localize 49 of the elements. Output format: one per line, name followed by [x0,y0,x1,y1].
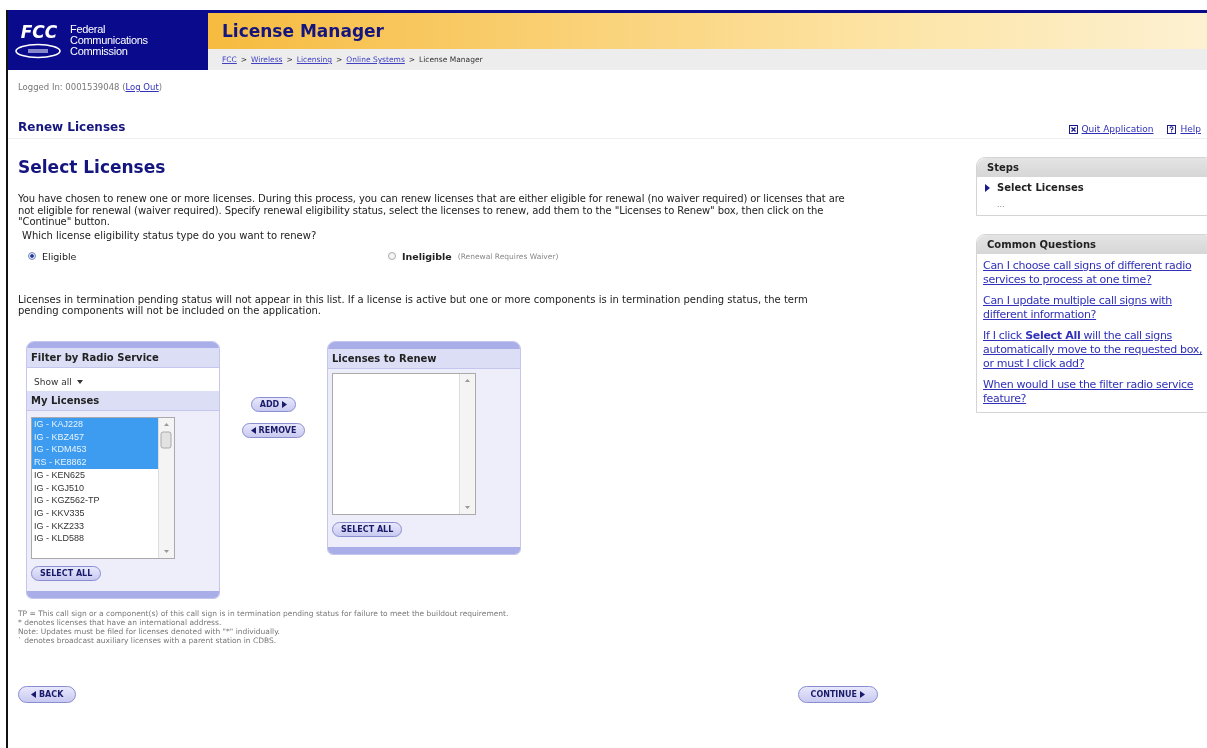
arrow-icon [31,690,36,698]
question-link[interactable]: Can I choose call signs of different radio services to process at one time? [983,259,1207,287]
quit-link[interactable]: Quit Application [1068,124,1154,134]
panel-heading: Common Questions [977,235,1207,254]
remove-button[interactable]: REMOVE [241,422,306,438]
app-title: License Manager [222,21,384,41]
panel-heading: My Licenses [27,391,219,411]
login-status: Logged In: 0001539048 (Log Out) [17,81,164,92]
question-link[interactable]: If I click Select All will the call signs automatically move to the requested box, or must I click add? [983,329,1207,371]
agency-name: Federal Communications Commission [70,23,149,57]
continue-button[interactable]: CONTINUE [797,685,878,703]
page-title: Renew Licenses [18,120,126,134]
radio-button[interactable] [388,252,396,260]
panel-heading: Steps [977,158,1207,177]
intro-text: You have chosen to renew one or more licenses. During this process, you can renew licenses that are either eligible for renewal (no waiver required) or licenses that are not eligible for renewal (waiver required). Specify renewal eligibility status, select the licenses to renew, add them to the "Licenses to Renew" box, then click on the "Continue" button. [18,193,846,228]
step-label: Select Licenses [997,182,1084,193]
help-icon [1167,124,1177,134]
filter-dropdown[interactable]: Show all [31,375,86,389]
step-label: ... [997,200,1005,209]
question-link[interactable]: When would I use the filter radio service feature? [983,378,1207,406]
notice-text: Licenses in termination pending status will not appear in this list. If a license is active but one or more components is in termination pending status, the term pending components will not be included on the application. [18,293,809,317]
back-button[interactable]: BACK [18,685,77,703]
license-item[interactable]: IG - KKV335 [32,506,158,520]
fcc-logo: FCC [14,23,64,57]
select-all-button[interactable]: SELECT ALL [31,566,102,581]
panel-heading: Filter by Radio Service [27,348,219,368]
select-all-button[interactable]: SELECT ALL [332,521,403,537]
option-label[interactable]: Ineligible [402,250,452,262]
help-link[interactable]: Help [1167,124,1201,134]
add-button[interactable]: ADD [250,396,297,412]
section-heading: Select Licenses [18,157,167,177]
arrow-icon [282,400,288,408]
option-label[interactable]: Eligible [42,250,77,262]
logout-link[interactable]: Log Out [125,82,159,92]
license-list[interactable]: IG - KAJ228 IG - KBZ457 IG - KDM453 RS - KE8862 IG - KEN625 IG - KGJ510 IG - KGZ562-TP IG - KKV335 IG - KKZ233 IG - KLD588 [31,417,175,559]
panel-heading: Licenses to Renew [328,348,520,369]
close-icon [1068,124,1078,134]
license-item[interactable]: IG - KEN625 [32,468,158,482]
license-item[interactable]: IG - KLD588 [32,532,158,546]
license-item[interactable]: IG - KKZ233 [32,519,158,533]
caret-icon [76,380,83,384]
question-link[interactable]: Can I update multiple call signs with different information? [983,294,1207,322]
license-item[interactable]: IG - KGJ510 [32,481,158,495]
arrow-icon [250,426,256,434]
license-item[interactable]: IG - KGZ562-TP [32,494,158,507]
renew-list[interactable] [332,372,476,515]
radio-button[interactable] [28,252,36,260]
arrow-icon [860,690,865,698]
question-text: Which license eligibility status type do you want to renew? [22,229,318,241]
